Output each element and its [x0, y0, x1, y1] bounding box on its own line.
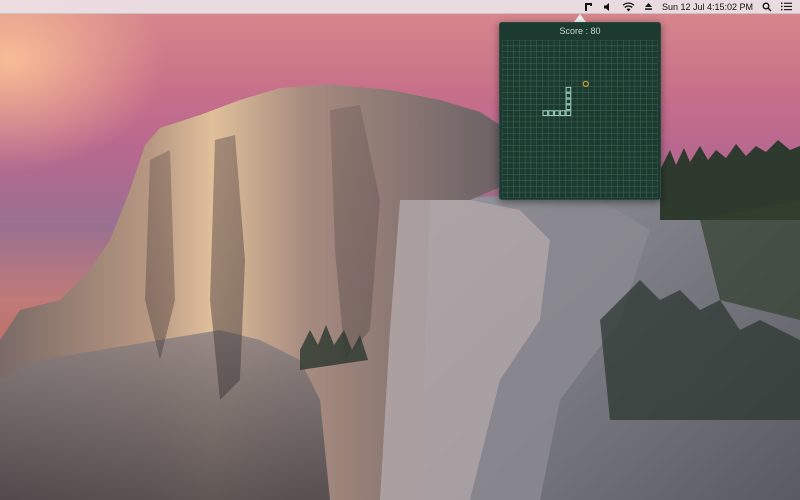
board-background [502, 40, 658, 198]
volume-icon[interactable] [603, 0, 613, 14]
menu-bar: Sun 12 Jul 4:15:02 PM [0, 0, 800, 14]
score-display: Score : 80 [500, 23, 660, 39]
eject-icon[interactable] [644, 0, 653, 14]
snake-game-icon[interactable] [584, 0, 594, 14]
score-label: Score : [559, 26, 591, 36]
score-value: 80 [590, 26, 601, 36]
menubar-clock[interactable]: Sun 12 Jul 4:15:02 PM [662, 0, 753, 14]
game-board[interactable] [502, 40, 658, 198]
list-icon[interactable] [781, 0, 792, 14]
desktop: Sun 12 Jul 4:15:02 PM Score : 80 [0, 0, 800, 500]
popover-arrow [574, 14, 586, 22]
snake-game-popover[interactable]: Score : 80 [499, 22, 661, 200]
wallpaper-image [0, 84, 800, 500]
wifi-icon[interactable] [622, 0, 635, 14]
search-icon[interactable] [762, 0, 772, 14]
